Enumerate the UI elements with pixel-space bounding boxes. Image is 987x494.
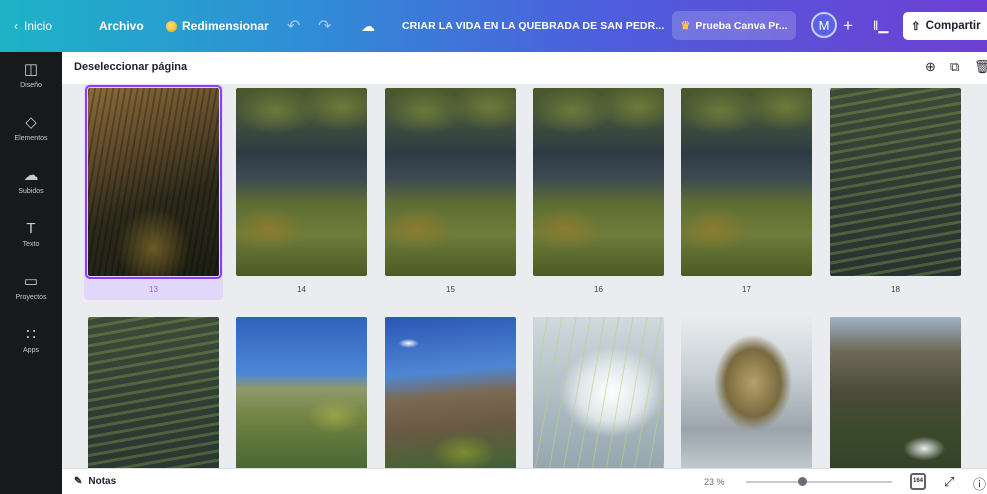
apps-grid-icon: ∷ [26, 326, 36, 343]
notes-label: Notas [88, 476, 117, 487]
side-panel-rail: ◫ Diseño ◇ Elementos ☁ Subidos T Texto ▭… [0, 52, 62, 494]
premium-crown-icon [166, 20, 177, 32]
deselect-page-button[interactable]: Deseleccionar página [74, 61, 187, 73]
page-thumbnail-13[interactable] [85, 85, 222, 279]
zoom-slider-handle[interactable] [798, 477, 807, 486]
page-thumbnail[interactable] [236, 317, 367, 468]
sidebar-item-uploads[interactable]: ☁ Subidos [0, 167, 62, 196]
chevron-left-icon: ‹ [14, 19, 18, 33]
try-canva-pro-button[interactable]: ♛ Prueba Canva Pr... [672, 11, 796, 40]
page-thumbnail-16[interactable] [533, 88, 664, 276]
share-label: Compartir [925, 20, 981, 32]
shapes-icon: ◇ [25, 114, 37, 131]
page-thumbnail[interactable] [385, 317, 516, 468]
zoom-slider[interactable] [746, 477, 892, 486]
zoom-level: 23 % [704, 477, 725, 487]
folder-icon: ▭ [23, 273, 39, 290]
page-number: 13 [149, 285, 158, 294]
resize-button[interactable]: Redimensionar [166, 0, 269, 52]
page-thumbnail[interactable] [533, 317, 664, 468]
notes-button[interactable]: ✎ Notas [74, 476, 116, 487]
bottom-toolbar: ✎ Notas 23 % 164 ⤢ ⓘ [62, 468, 987, 494]
design-title[interactable]: CRIAR LA VIDA EN LA QUEBRADA DE SAN PEDR… [402, 0, 664, 52]
page-thumbnail-14[interactable] [236, 88, 367, 276]
help-icon[interactable]: ⓘ [973, 474, 986, 493]
page-selection-header: Deseleccionar página ⊕ ⧉ 🗑 [62, 52, 987, 84]
duplicate-page-icon[interactable]: ⧉ [950, 59, 959, 75]
page-thumbnail-15[interactable] [385, 88, 516, 276]
undo-icon[interactable]: ↶ [287, 0, 300, 52]
sidebar-item-elements[interactable]: ◇ Elementos [0, 114, 62, 143]
page-number: 17 [742, 285, 751, 294]
page-number: 14 [297, 285, 306, 294]
redo-icon[interactable]: ↷ [318, 0, 331, 52]
share-upload-icon: ⇧ [911, 21, 921, 33]
avatar[interactable]: M [811, 12, 837, 38]
delete-page-icon[interactable]: 🗑 [974, 59, 987, 75]
page-number: 15 [446, 285, 455, 294]
home-button[interactable]: ‹ Inicio [14, 0, 52, 52]
page-thumbnail[interactable] [88, 317, 219, 468]
page-thumbnail-18[interactable] [830, 88, 961, 276]
share-button[interactable]: ⇧ Compartir [903, 12, 987, 40]
cloud-sync-icon[interactable]: ☁ [361, 0, 375, 52]
page-grid: 13 14 15 16 17 18 [62, 84, 987, 468]
add-collaborator-icon[interactable]: + [843, 0, 853, 52]
sidebar-item-apps[interactable]: ∷ Apps [0, 326, 62, 355]
text-icon: T [26, 220, 36, 237]
insights-chart-icon[interactable]: ‖▁ [873, 0, 888, 52]
page-thumbnail-17[interactable] [681, 88, 812, 276]
notes-pen-icon: ✎ [74, 476, 83, 487]
file-menu-button[interactable]: Archivo [99, 0, 144, 52]
page-thumbnail[interactable] [681, 317, 812, 468]
grid-view-button[interactable]: 164 [910, 473, 926, 490]
home-label: Inicio [24, 19, 53, 33]
page-number: 18 [891, 285, 900, 294]
sidebar-item-projects[interactable]: ▭ Proyectos [0, 273, 62, 302]
page-thumbnail[interactable] [830, 317, 961, 468]
try-pro-label: Prueba Canva Pr... [695, 19, 788, 32]
add-page-icon[interactable]: ⊕ [925, 59, 936, 75]
page-number: 16 [594, 285, 603, 294]
layout-icon: ◫ [23, 61, 39, 78]
top-toolbar: ‹ Inicio Archivo Redimensionar ↶ ↷ ☁ CRI… [0, 0, 987, 52]
sidebar-item-design[interactable]: ◫ Diseño [0, 61, 62, 90]
cloud-upload-icon: ☁ [23, 167, 39, 184]
fullscreen-icon[interactable]: ⤢ [944, 474, 954, 490]
sidebar-item-text[interactable]: T Texto [0, 220, 62, 249]
resize-label: Redimensionar [182, 19, 269, 33]
crown-icon: ♛ [680, 20, 691, 32]
